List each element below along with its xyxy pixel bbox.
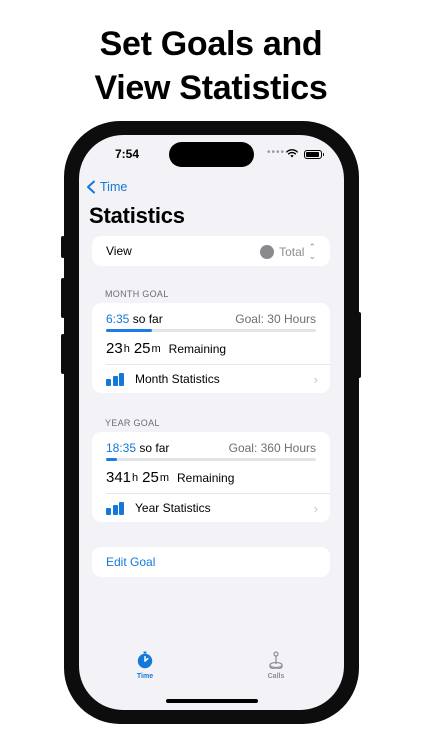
headline-line-2: View Statistics <box>94 69 328 107</box>
view-card: View Total ⌃ ⌄ <box>92 236 330 266</box>
month-goal-card: 6:35 so far Goal: 30 Hours 23 h 25 m Rem… <box>92 303 330 393</box>
year-progress-fill <box>106 458 117 461</box>
month-remaining-minutes-unit: m <box>151 342 161 355</box>
chart-bars-icon <box>106 372 124 386</box>
month-goal-text: Goal: 30 Hours <box>235 312 316 326</box>
month-progress-fill <box>106 329 153 332</box>
month-so-far-suffix: so far <box>132 312 163 326</box>
year-remaining-hours-unit: h <box>132 471 139 484</box>
month-goal-section-label: MONTH GOAL <box>105 289 169 299</box>
month-remaining-minutes: 25 <box>133 340 151 357</box>
year-goal-section-label: YEAR GOAL <box>105 418 160 428</box>
view-selector[interactable]: View Total ⌃ ⌄ <box>92 236 330 266</box>
year-remaining: 341 h 25 m Remaining <box>92 462 330 493</box>
chevron-left-icon <box>87 180 95 194</box>
month-remaining-hours: 23 <box>106 340 123 357</box>
tab-calls-label: Calls <box>267 673 285 680</box>
battery-icon <box>304 150 324 159</box>
year-so-far: 18:35 so far <box>106 441 169 455</box>
chart-bars-icon <box>106 501 124 515</box>
edit-goal-card: Edit Goal <box>92 547 330 577</box>
year-remaining-hours: 341 <box>106 469 132 486</box>
dynamic-island <box>169 142 254 167</box>
phone-screen: 7:54 •••• Time Statistics View Total ⌃ ⌄ … <box>79 135 344 710</box>
view-label: View <box>106 244 132 258</box>
color-dot-icon <box>260 245 275 259</box>
cellular-signal-icon: •••• <box>267 147 286 158</box>
year-goal-card: 18:35 so far Goal: 360 Hours 341 h 25 m … <box>92 432 330 522</box>
view-value: Total <box>279 245 305 259</box>
month-statistics-link[interactable]: Month Statistics › <box>106 364 330 393</box>
back-button[interactable]: Time <box>85 177 127 197</box>
month-remaining: 23 h 25 m Remaining <box>92 333 330 364</box>
year-statistics-link[interactable]: Year Statistics › <box>106 493 330 522</box>
tab-calls[interactable]: Calls <box>246 651 306 680</box>
headline-line-1: Set Goals and <box>99 25 323 63</box>
year-so-far-suffix: so far <box>139 441 170 455</box>
stopwatch-icon <box>137 651 153 669</box>
year-remaining-minutes: 25 <box>142 469 159 486</box>
tab-time[interactable]: Time <box>115 651 175 680</box>
tab-time-label: Time <box>136 673 154 680</box>
year-statistics-label: Year Statistics <box>135 501 211 515</box>
wifi-icon <box>286 149 298 158</box>
month-goal-progress-row: 6:35 so far Goal: 30 Hours <box>92 303 330 333</box>
month-remaining-hours-unit: h <box>123 342 130 355</box>
year-goal-text: Goal: 360 Hours <box>228 441 316 455</box>
phone-mute-switch <box>61 236 65 258</box>
page-title: Statistics <box>89 203 185 228</box>
month-so-far: 6:35 so far <box>106 312 163 326</box>
phone-volume-up-button <box>61 278 65 318</box>
view-picker[interactable]: Total ⌃ ⌄ <box>260 243 316 261</box>
edit-goal-button[interactable]: Edit Goal <box>92 547 330 577</box>
month-statistics-label: Month Statistics <box>135 372 220 386</box>
year-so-far-time: 18:35 <box>106 441 137 455</box>
chevron-up-down-icon: ⌃ ⌄ <box>308 242 316 261</box>
month-progress-bar <box>106 329 316 332</box>
home-indicator[interactable] <box>166 699 258 703</box>
chevron-right-icon: › <box>313 500 318 516</box>
year-remaining-minutes-unit: m <box>159 471 170 484</box>
year-progress-bar <box>106 458 316 461</box>
chevron-right-icon: › <box>313 371 318 387</box>
joystick-icon <box>269 651 283 670</box>
year-goal-progress-row: 18:35 so far Goal: 360 Hours <box>92 432 330 462</box>
month-so-far-time: 6:35 <box>106 312 130 326</box>
tab-bar: Time Calls <box>79 647 344 697</box>
month-remaining-label: Remaining <box>168 341 227 356</box>
phone-power-button <box>357 312 361 378</box>
back-button-label: Time <box>100 180 128 194</box>
status-time: 7:54 <box>115 147 140 161</box>
year-remaining-label: Remaining <box>177 470 235 485</box>
phone-volume-down-button <box>61 334 65 374</box>
marketing-headline: Set Goals and View Statistics <box>0 22 422 110</box>
